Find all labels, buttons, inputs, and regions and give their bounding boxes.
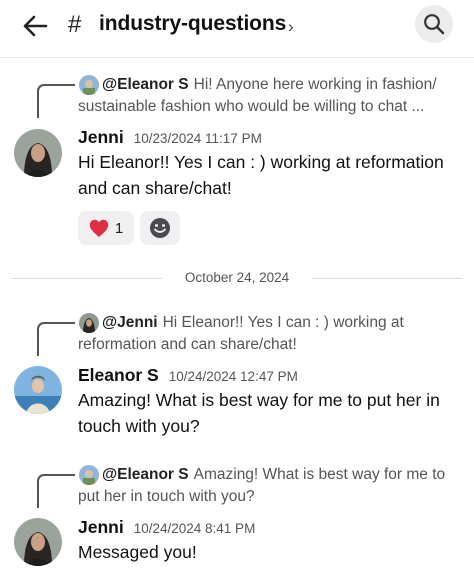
avatar[interactable] bbox=[14, 366, 62, 414]
message-content: Amazing! What is best way for me to put … bbox=[78, 390, 440, 436]
reply-connector bbox=[37, 322, 75, 356]
search-icon bbox=[424, 14, 445, 35]
arrow-left-icon bbox=[23, 15, 48, 37]
timestamp: 10/24/2024 12:47 PM bbox=[168, 369, 298, 384]
header-divider bbox=[0, 57, 474, 58]
back-button[interactable] bbox=[22, 14, 48, 38]
reply-preview[interactable]: @Eleanor S Amazing! What is best way for … bbox=[78, 464, 462, 508]
message-content: Hi Eleanor!! Yes I can : ) working at re… bbox=[78, 152, 444, 198]
avatar[interactable] bbox=[14, 518, 62, 566]
channel-header: # industry-questions › bbox=[0, 0, 474, 52]
author-name[interactable]: Jenni bbox=[78, 127, 124, 147]
timestamp: 10/23/2024 11:17 PM bbox=[133, 131, 262, 146]
date-separator: October 24, 2024 bbox=[12, 268, 462, 290]
emoji-smile-icon bbox=[150, 218, 170, 238]
reply-mention[interactable]: @Eleanor S bbox=[102, 76, 189, 93]
message-meta: Jenni 10/23/2024 11:17 PM bbox=[78, 127, 262, 148]
message-content: Messaged you! bbox=[78, 542, 197, 562]
search-button[interactable] bbox=[415, 5, 453, 43]
reaction-count: 1 bbox=[114, 219, 124, 237]
author-name[interactable]: Jenni bbox=[78, 517, 124, 537]
reply-mention[interactable]: @Jenni bbox=[102, 314, 158, 331]
reply-preview[interactable]: @Jenni Hi Eleanor!! Yes I can : ) working… bbox=[78, 312, 462, 356]
separator-line-right bbox=[312, 278, 462, 279]
message-meta: Eleanor S 10/24/2024 12:47 PM bbox=[78, 365, 298, 386]
reply-preview[interactable]: @Eleanor S Hi! Anyone here working in fas… bbox=[78, 74, 462, 118]
timestamp: 10/24/2024 8:41 PM bbox=[133, 521, 256, 536]
channel-hash-icon: # bbox=[68, 11, 82, 38]
reply-connector bbox=[37, 474, 75, 508]
message-meta: Jenni 10/24/2024 8:41 PM bbox=[78, 517, 255, 538]
reply-connector bbox=[37, 84, 75, 118]
add-reaction-button[interactable] bbox=[140, 211, 180, 245]
channel-name[interactable]: industry-questions bbox=[99, 12, 286, 36]
author-name[interactable]: Eleanor S bbox=[78, 365, 159, 385]
chevron-right-icon[interactable]: › bbox=[288, 17, 294, 37]
reaction-heart[interactable]: 1 bbox=[78, 211, 134, 245]
heart-icon bbox=[89, 219, 109, 237]
avatar[interactable] bbox=[14, 129, 62, 177]
reply-mention[interactable]: @Eleanor S bbox=[102, 466, 189, 483]
